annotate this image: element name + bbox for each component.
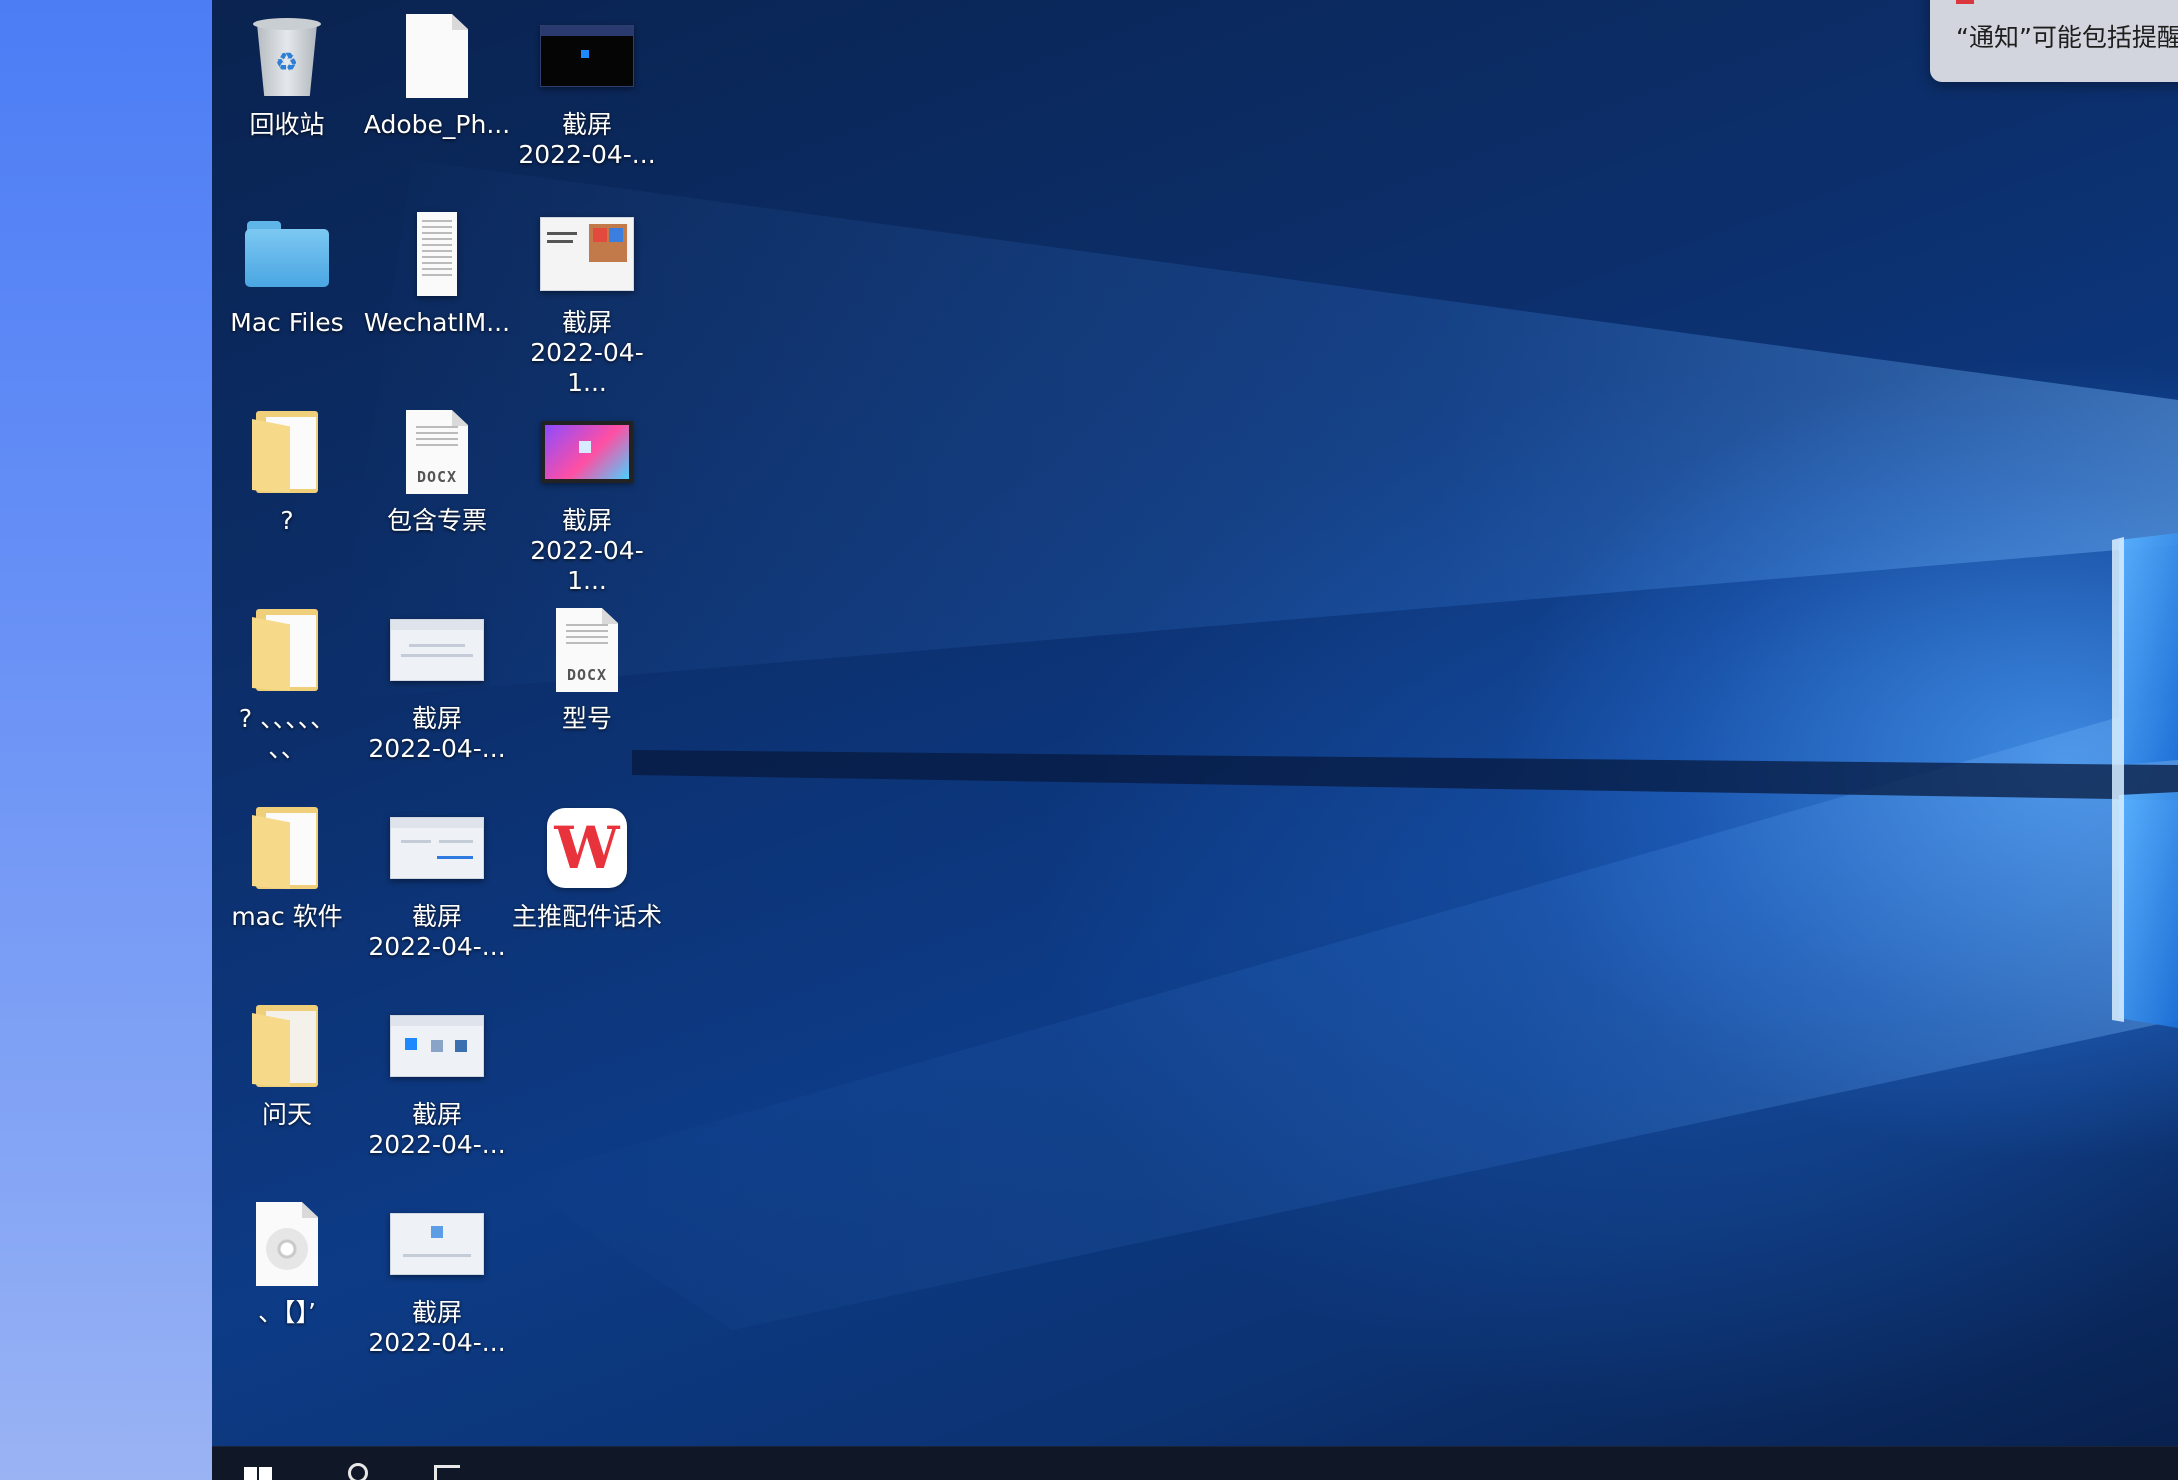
mac-desktop-strip: [0, 0, 212, 1480]
file-icon: [406, 14, 468, 98]
icon-label: 主推配件话术: [512, 902, 663, 931]
folder-icon: [252, 411, 322, 493]
image-file-icon: [417, 212, 457, 296]
desktop-icon-recycle-bin[interactable]: ♻ 回收站: [212, 8, 362, 140]
wps-icon: W: [547, 808, 627, 888]
icon-label: 截屏 2022-04-...: [368, 1100, 506, 1159]
disc-image-icon: [256, 1202, 318, 1286]
icon-label: 截屏 2022-04-...: [368, 902, 506, 961]
desktop-icon-screenshot-4[interactable]: 截屏 2022-04-...: [362, 602, 512, 764]
desktop-icon-wechat-image[interactable]: WechatIM...: [362, 206, 512, 338]
desktop-icon-wentian[interactable]: 问天: [212, 998, 362, 1130]
docx-icon: DOCX: [556, 608, 618, 692]
folder-icon: [252, 807, 322, 889]
desktop-icon-docx-xinghao[interactable]: DOCX 型号: [512, 602, 662, 734]
desktop-icon-screenshot-7[interactable]: 截屏 2022-04-...: [362, 1196, 512, 1358]
icon-label: WechatIM...: [363, 308, 511, 337]
icon-label: 截屏 2022-04-1...: [530, 506, 644, 595]
icon-label: 截屏 2022-04-...: [368, 1298, 506, 1357]
desktop-icon-screenshot-5[interactable]: 截屏 2022-04-...: [362, 800, 512, 962]
icon-label: Adobe_Ph...: [363, 110, 511, 139]
notification-text: “通知”可能包括提醒: [1956, 23, 2178, 52]
icon-label: 截屏 2022-04-1...: [530, 308, 644, 397]
desktop-icon-screenshot-2[interactable]: 截屏 2022-04-1...: [512, 206, 662, 398]
notification-banner[interactable]: “通知”可能包括提醒: [1930, 0, 2178, 82]
desktop-icon-mac-files[interactable]: Mac Files: [212, 206, 362, 338]
screenshot-thumbnail-icon: [390, 1015, 484, 1077]
desktop-icon-docx-zhuanpiao[interactable]: DOCX 包含专票: [362, 404, 512, 536]
icon-label: 、【】’: [258, 1298, 316, 1327]
icon-label: 包含专票: [386, 506, 487, 535]
task-view-icon[interactable]: [434, 1465, 460, 1480]
icon-label: 截屏 2022-04-...: [518, 110, 656, 169]
screenshot-thumbnail-icon: [390, 817, 484, 879]
icon-label: 型号: [561, 704, 612, 733]
icon-label: Mac Files: [230, 308, 344, 337]
docx-icon: DOCX: [406, 410, 468, 494]
folder-icon: [252, 609, 322, 691]
screenshot-thumbnail-icon: [390, 1213, 484, 1275]
recycle-bin-icon: ♻: [251, 14, 323, 98]
screenshot-thumbnail-icon: [541, 421, 633, 483]
screenshot-thumbnail-icon: [540, 25, 634, 87]
icon-label: ? 、、、、、 、、: [238, 704, 336, 763]
desktop-icon-screenshot-6[interactable]: 截屏 2022-04-...: [362, 998, 512, 1160]
desktop-icon-screenshot-1[interactable]: 截屏 2022-04-...: [512, 8, 662, 170]
windows-start-icon[interactable]: [244, 1467, 274, 1480]
desktop-icon-screenshot-3[interactable]: 截屏 2022-04-1...: [512, 404, 662, 596]
icon-label: 回收站: [249, 110, 325, 139]
folder-icon: [252, 1005, 322, 1087]
icon-label: 截屏 2022-04-...: [368, 704, 506, 763]
desktop-icon-adobe-file[interactable]: Adobe_Ph...: [362, 8, 512, 140]
taskbar: [212, 1446, 2178, 1480]
icon-label: mac 软件: [231, 902, 343, 931]
app-badge-icon: [1956, 0, 1974, 4]
screenshot-thumbnail-icon: [390, 619, 484, 681]
mac-folder-icon: [245, 221, 329, 287]
desktop-icon-folder-punctuation[interactable]: ? 、、、、、 、、: [212, 602, 362, 764]
icon-label: 问天: [261, 1100, 312, 1129]
desktop-icon-disc-file[interactable]: 、【】’: [212, 1196, 362, 1328]
desktop-icon-wps-doc[interactable]: W 主推配件话术: [512, 800, 662, 932]
desktop-icon-folder-question[interactable]: ?: [212, 404, 362, 536]
screenshot-thumbnail-icon: [540, 217, 634, 291]
desktop-icon-mac-software[interactable]: mac 软件: [212, 800, 362, 932]
icon-label: ?: [280, 506, 294, 535]
search-icon[interactable]: [348, 1463, 368, 1480]
